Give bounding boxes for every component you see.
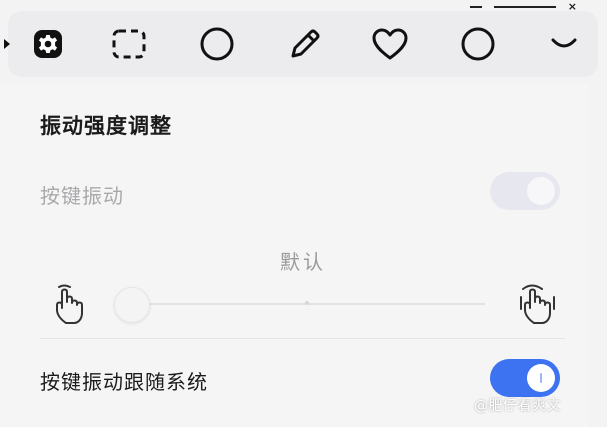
follow-system-label: 按键振动跟随系统 xyxy=(40,370,208,394)
follow-system-toggle[interactable] xyxy=(490,359,560,397)
favorite-button[interactable] xyxy=(370,24,410,64)
screenshot-select-icon xyxy=(112,29,146,59)
vibration-settings-panel: 振动强度调整 按键振动 默认 按键振动跟随系统 xyxy=(0,83,588,427)
circle-tool-button[interactable] xyxy=(197,24,237,64)
key-vibration-label: 按键振动 xyxy=(40,184,124,208)
chevron-down-icon xyxy=(551,38,577,48)
strong-vibration-hand-icon xyxy=(520,284,555,324)
heart-icon xyxy=(372,28,408,60)
screenshot-select-button[interactable] xyxy=(109,24,149,64)
toggle-knob xyxy=(527,177,555,205)
expand-button[interactable] xyxy=(544,24,584,64)
settings-button[interactable] xyxy=(28,24,68,64)
weak-vibration-hand-icon xyxy=(56,284,83,324)
key-vibration-toggle[interactable] xyxy=(490,172,560,210)
pencil-button[interactable] xyxy=(285,24,325,64)
minimize-icon[interactable] xyxy=(469,6,482,8)
collapse-arrow-icon[interactable] xyxy=(4,39,10,49)
divider xyxy=(40,338,565,339)
toggle-knob xyxy=(527,364,555,392)
vibration-slider-thumb[interactable] xyxy=(114,287,150,323)
slider-tick-mark xyxy=(305,301,309,305)
vibration-level-label: 默认 xyxy=(280,250,326,274)
quick-toolbar xyxy=(4,11,598,77)
settings-icon xyxy=(34,30,62,58)
section-title: 振动强度调整 xyxy=(40,114,172,138)
maximize-bar-icon[interactable] xyxy=(493,6,556,8)
watermark: @肥仔看爽文 xyxy=(474,398,561,414)
pencil-icon xyxy=(291,29,320,58)
record-button[interactable] xyxy=(458,24,498,64)
record-circle-icon xyxy=(461,27,495,61)
circle-icon xyxy=(200,27,234,61)
